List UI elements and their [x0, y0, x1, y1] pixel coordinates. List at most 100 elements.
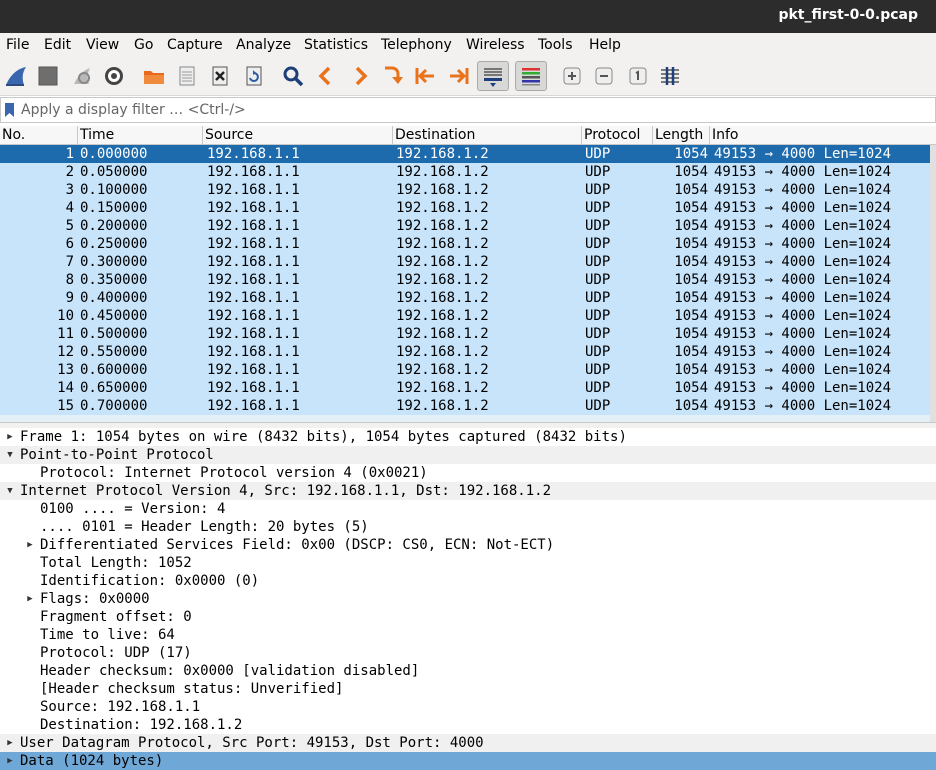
packet-row[interactable]: 8 0.350000 192.168.1.1 192.168.1.2 UDP 1054 49…: [0, 271, 936, 289]
packet-row[interactable]: 6 0.250000 192.168.1.1 192.168.1.2 UDP 1054 49…: [0, 235, 936, 253]
file-icon[interactable]: [173, 62, 201, 90]
detail-row[interactable]: .... 0101 = Header Length: 20 bytes (5): [0, 518, 936, 536]
detail-row[interactable]: Protocol: Internet Protocol version 4 (0…: [0, 464, 936, 482]
autoscroll-icon[interactable]: [477, 61, 509, 91]
packet-row[interactable]: 13 0.600000 192.168.1.1 192.168.1.2 UDP 1054 4…: [0, 361, 936, 379]
detail-row[interactable]: Header checksum: 0x0000 [validation disa…: [0, 662, 936, 680]
packet-row[interactable]: 10 0.450000 192.168.1.1 192.168.1.2 UDP 1054 4…: [0, 307, 936, 325]
col-protocol[interactable]: Protocol: [582, 126, 653, 145]
last-icon[interactable]: [445, 62, 473, 90]
detail-row[interactable]: Fragment offset: 0: [0, 608, 936, 626]
gear-icon[interactable]: [100, 62, 128, 90]
detail-row[interactable]: ▶ User Datagram Protocol, Src Port: 49153…: [0, 734, 936, 752]
expanded-arrow-icon[interactable]: ▼: [4, 446, 16, 464]
menu-wireless[interactable]: Wireless: [466, 37, 525, 53]
row-source: 192.168.1.1: [207, 146, 300, 162]
menu-capture[interactable]: Capture: [167, 37, 223, 53]
packet-row[interactable]: 1 0.000000 192.168.1.1 192.168.1.2 UDP 1054 49…: [0, 145, 936, 163]
packet-row[interactable]: 14 0.650000 192.168.1.1 192.168.1.2 UDP 1054 4…: [0, 379, 936, 397]
menu-help[interactable]: Help: [589, 37, 621, 53]
detail-row[interactable]: Time to live: 64: [0, 626, 936, 644]
stop-icon[interactable]: [34, 62, 62, 90]
detail-row[interactable]: Protocol: UDP (17): [0, 644, 936, 662]
row-destination: 192.168.1.2: [396, 146, 489, 162]
restart-icon[interactable]: [68, 62, 96, 90]
detail-row[interactable]: Source: 192.168.1.1: [0, 698, 936, 716]
search-icon[interactable]: [279, 62, 307, 90]
bookmark-icon[interactable]: [5, 103, 14, 117]
row-length: 1054: [674, 380, 708, 396]
detail-row[interactable]: Destination: 192.168.1.2: [0, 716, 936, 734]
packet-row[interactable]: 2 0.050000 192.168.1.1 192.168.1.2 UDP 1054 49…: [0, 163, 936, 181]
col-no[interactable]: No.: [0, 126, 78, 145]
detail-row[interactable]: Total Length: 1052: [0, 554, 936, 572]
row-time: 0.700000: [80, 398, 148, 414]
col-source[interactable]: Source: [203, 126, 393, 145]
detail-row[interactable]: ▶ Flags: 0x0000: [0, 590, 936, 608]
packet-row[interactable]: 15 0.700000 192.168.1.1 192.168.1.2 UDP 1054 4…: [0, 397, 936, 415]
collapsed-arrow-icon[interactable]: ▶: [4, 752, 16, 770]
row-source: 192.168.1.1: [207, 254, 300, 270]
detail-row[interactable]: ▶ Data (1024 bytes): [0, 752, 936, 770]
zoom-in-icon[interactable]: [558, 62, 586, 90]
menu-edit[interactable]: Edit: [44, 37, 71, 53]
menu-bar: File Edit View Go Capture Analyze Statis…: [0, 33, 936, 57]
zoom-normal-icon[interactable]: [624, 62, 652, 90]
close-file-icon[interactable]: [206, 62, 234, 90]
detail-row[interactable]: ▶ Frame 1: 1054 bytes on wire (8432 bits)…: [0, 428, 936, 446]
reload-icon[interactable]: [240, 62, 268, 90]
shark-fin-icon[interactable]: [2, 62, 30, 90]
open-folder-icon[interactable]: [140, 62, 168, 90]
expanded-arrow-icon[interactable]: ▼: [4, 482, 16, 500]
packet-row[interactable]: 4 0.150000 192.168.1.1 192.168.1.2 UDP 1054 49…: [0, 199, 936, 217]
packet-row[interactable]: 12 0.550000 192.168.1.1 192.168.1.2 UDP 1054 4…: [0, 343, 936, 361]
packet-row[interactable]: 7 0.300000 192.168.1.1 192.168.1.2 UDP 1054 49…: [0, 253, 936, 271]
packet-row[interactable]: 11 0.500000 192.168.1.1 192.168.1.2 UDP 1054 4…: [0, 325, 936, 343]
menu-telephony[interactable]: Telephony: [381, 37, 452, 53]
packet-row[interactable]: 9 0.400000 192.168.1.1 192.168.1.2 UDP 1054 49…: [0, 289, 936, 307]
row-protocol: UDP: [585, 290, 611, 306]
row-protocol: UDP: [585, 380, 611, 396]
menu-analyze[interactable]: Analyze: [236, 37, 291, 53]
detail-text: Source: 192.168.1.1: [40, 699, 201, 715]
row-source: 192.168.1.1: [207, 326, 300, 342]
menu-tools[interactable]: Tools: [538, 37, 573, 53]
detail-row[interactable]: ▼ Point-to-Point Protocol: [0, 446, 936, 464]
packet-row[interactable]: 5 0.200000 192.168.1.1 192.168.1.2 UDP 1054 49…: [0, 217, 936, 235]
menu-file[interactable]: File: [6, 37, 29, 53]
colorize-icon[interactable]: [515, 61, 547, 91]
menu-view[interactable]: View: [86, 37, 119, 53]
collapsed-arrow-icon[interactable]: ▶: [24, 590, 36, 608]
detail-row[interactable]: Identification: 0x0000 (0): [0, 572, 936, 590]
row-info: 49153 → 4000 Len=1024: [714, 326, 892, 342]
col-length[interactable]: Length: [653, 126, 710, 145]
detail-row[interactable]: ▶ Differentiated Services Field: 0x00 (DS…: [0, 536, 936, 554]
first-icon[interactable]: [411, 62, 439, 90]
packet-list-scrollbar[interactable]: [930, 145, 936, 422]
go-to-icon[interactable]: [378, 62, 406, 90]
menu-go[interactable]: Go: [134, 37, 153, 53]
row-info: 49153 → 4000 Len=1024: [714, 254, 892, 270]
next-icon[interactable]: [346, 62, 374, 90]
zoom-out-icon[interactable]: [590, 62, 618, 90]
detail-row[interactable]: ▼ Internet Protocol Version 4, Src: 192.1…: [0, 482, 936, 500]
collapsed-arrow-icon[interactable]: ▶: [24, 536, 36, 554]
collapsed-arrow-icon[interactable]: ▶: [4, 428, 16, 446]
display-filter-input[interactable]: [21, 100, 921, 120]
row-source: 192.168.1.1: [207, 290, 300, 306]
row-time: 0.300000: [80, 254, 148, 270]
detail-row[interactable]: 0100 .... = Version: 4: [0, 500, 936, 518]
col-info[interactable]: Info: [710, 126, 936, 145]
col-time[interactable]: Time: [78, 126, 203, 145]
menu-statistics[interactable]: Statistics: [304, 37, 368, 53]
prev-icon[interactable]: [312, 62, 340, 90]
collapsed-arrow-icon[interactable]: ▶: [4, 734, 16, 752]
row-time: 0.400000: [80, 290, 148, 306]
detail-row[interactable]: [Header checksum status: Unverified]: [0, 680, 936, 698]
resize-columns-icon[interactable]: [656, 62, 684, 90]
col-destination[interactable]: Destination: [393, 126, 582, 145]
packet-row[interactable]: 3 0.100000 192.168.1.1 192.168.1.2 UDP 1054 49…: [0, 181, 936, 199]
detail-text: Time to live: 64: [40, 627, 175, 643]
row-destination: 192.168.1.2: [396, 200, 489, 216]
detail-text: .... 0101 = Header Length: 20 bytes (5): [40, 519, 369, 535]
